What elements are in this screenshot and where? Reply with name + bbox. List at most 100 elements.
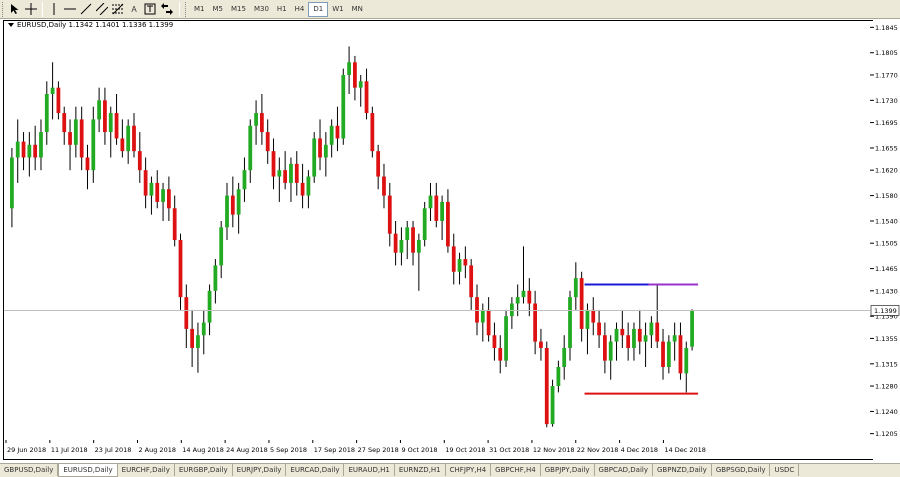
candle-body [486,309,491,336]
symbol-tab[interactable]: CHFJPY,H4 [446,464,492,476]
candle-body [341,74,346,139]
symbol-tab[interactable]: GBPJPY,Daily [541,464,595,476]
symbol-tab[interactable]: EURCHF,Daily [118,464,175,476]
candle-body [446,201,450,247]
candle-body [91,119,96,171]
candle-body [382,176,386,196]
candle-body [335,125,340,139]
date-label: 17 Sep 2018 [314,446,355,454]
chart-header: EURUSD,Daily 1.1342 1.1401 1.1336 1.1399 [8,21,173,29]
candle-body [161,189,165,202]
symbol-tab[interactable]: EURNZD,H1 [395,464,446,476]
candle-body [579,278,584,329]
dropdown-triangle-icon[interactable] [8,23,14,27]
candle-body [480,309,485,323]
candle-body [213,265,218,291]
candle-body [411,227,415,253]
price-label: 1.1355 [875,335,898,343]
candle-body [50,87,55,95]
candle-body [132,125,136,152]
candle-body [533,303,538,342]
candle-body [672,335,677,342]
candle-body [207,290,212,323]
candle-body [498,347,503,361]
price-label: 1.1465 [875,265,898,273]
candle-body [608,341,613,361]
candle-body [387,195,392,234]
candle-body [219,227,224,266]
candle-body [684,347,689,374]
candle-body [690,310,694,347]
candle-body [120,138,125,152]
candle-body [329,125,334,145]
symbol-tab[interactable]: EURCAD,Daily [286,464,345,476]
date-label: 9 Oct 2018 [401,446,437,454]
candle-body [614,328,619,342]
candle-body [643,335,648,342]
candle-body [103,100,107,133]
price-label: 1.1845 [875,24,898,32]
candle-body [27,144,32,158]
candle-body [300,182,305,196]
symbol-tab[interactable]: GBPCAD,Daily [595,464,653,476]
symbol-tab[interactable]: GBPNZD,Daily [653,464,712,476]
price-label: 1.1730 [875,97,898,105]
candle-body [306,176,311,196]
candle-body [294,163,299,183]
candle-body [626,335,631,348]
price-label: 1.1205 [875,430,898,438]
candle-body [422,208,427,241]
candle-body [56,87,61,114]
candle-body [178,240,183,298]
symbol-tab[interactable]: GBPUSD,Daily [0,464,59,476]
candle-body [509,303,514,317]
symbol-tab[interactable]: GBPSGD,Daily [712,464,771,476]
candle-body [184,297,189,329]
candle-body [271,151,276,177]
candle-body [254,113,258,126]
candle-body [358,81,363,88]
candle-body [172,208,177,241]
candle-body [434,195,439,221]
candle-body [469,265,474,298]
candle-body [68,132,72,145]
candle-body [126,125,131,152]
candle-body [277,170,282,177]
candle-body [463,259,468,266]
candle-body [399,240,404,253]
candle-body [196,335,200,348]
candle-body [661,341,665,367]
symbol-tab[interactable]: USDC [770,464,800,476]
symbol-tab[interactable]: EURUSD,Daily [58,464,118,477]
symbol-tab[interactable]: EURJPY,Daily [233,464,287,476]
date-label: 24 Aug 2018 [226,446,268,454]
price-label: 1.1540 [875,217,898,225]
candle-body [364,81,369,114]
candle-body [457,259,462,272]
price-chart[interactable]: 1.1845 1.1805 1.1770 1.1730 1.1695 1.1655 1.16… [0,0,900,462]
candle-body [603,335,607,361]
candle-body [108,113,113,133]
symbol-tab[interactable]: GBPCHF,H4 [491,464,541,476]
symbol-tab[interactable]: EURAUD,H1 [344,464,395,476]
date-label: 31 Oct 2018 [489,446,529,454]
candle-body [428,195,433,209]
symbol-tab[interactable]: EURGBP,Daily [175,464,233,476]
candle-body [393,233,398,253]
date-label: 14 Aug 2018 [182,446,224,454]
candle-body [556,366,561,387]
candle-body [190,328,195,348]
date-label: 5 Sep 2018 [270,446,307,454]
candle-body [114,113,119,139]
candle-body [289,163,293,183]
candle-body [451,246,456,272]
candle-body [597,322,601,336]
price-label: 1.1280 [875,383,898,391]
candle-body [353,62,357,88]
candle-body [62,113,67,133]
date-label: 27 Sep 2018 [358,446,399,454]
candle-body [544,347,549,425]
candle-body [97,100,101,120]
candle-body [573,278,578,298]
candle-body [39,132,43,158]
